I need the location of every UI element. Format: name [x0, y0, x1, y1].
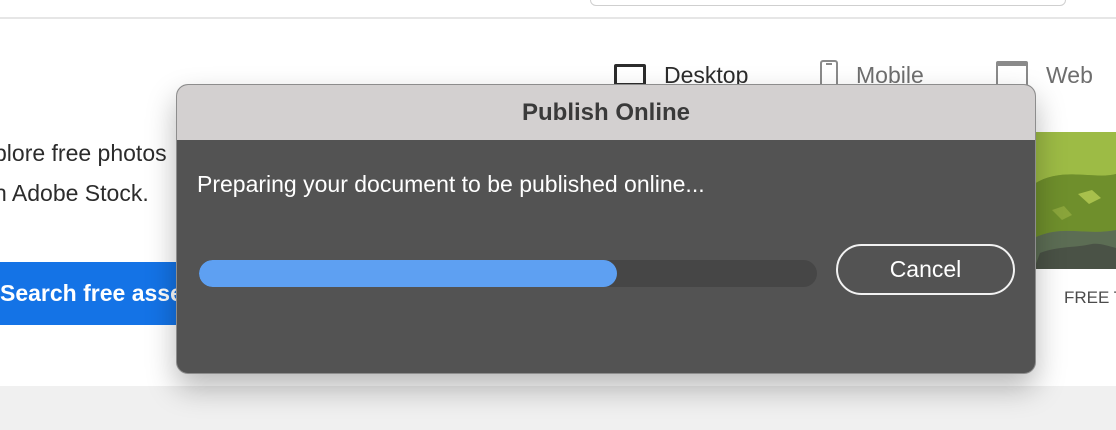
free-thumbnail-label: FREE T	[1064, 288, 1116, 307]
search-free-assets-button[interactable]: Search free asse	[0, 262, 190, 325]
desktop-icon	[614, 64, 646, 86]
landscape-image	[1034, 132, 1116, 269]
stock-thumbnail[interactable]	[1034, 132, 1116, 269]
progress-fill	[199, 260, 617, 287]
tab-web-label: Web	[1046, 61, 1093, 88]
status-message: Preparing your document to be published …	[197, 171, 705, 197]
publish-online-dialog: Publish Online Preparing your document t…	[176, 84, 1036, 374]
footer-band	[0, 386, 1116, 430]
promo-text-line-1: plore free photos	[0, 140, 167, 166]
promo-text-line-2: h Adobe Stock.	[0, 180, 149, 206]
divider	[0, 17, 1116, 19]
search-field[interactable]	[590, 0, 1066, 6]
progress-bar	[199, 260, 817, 287]
cancel-button[interactable]: Cancel	[836, 244, 1015, 295]
dialog-title: Publish Online	[177, 85, 1035, 140]
